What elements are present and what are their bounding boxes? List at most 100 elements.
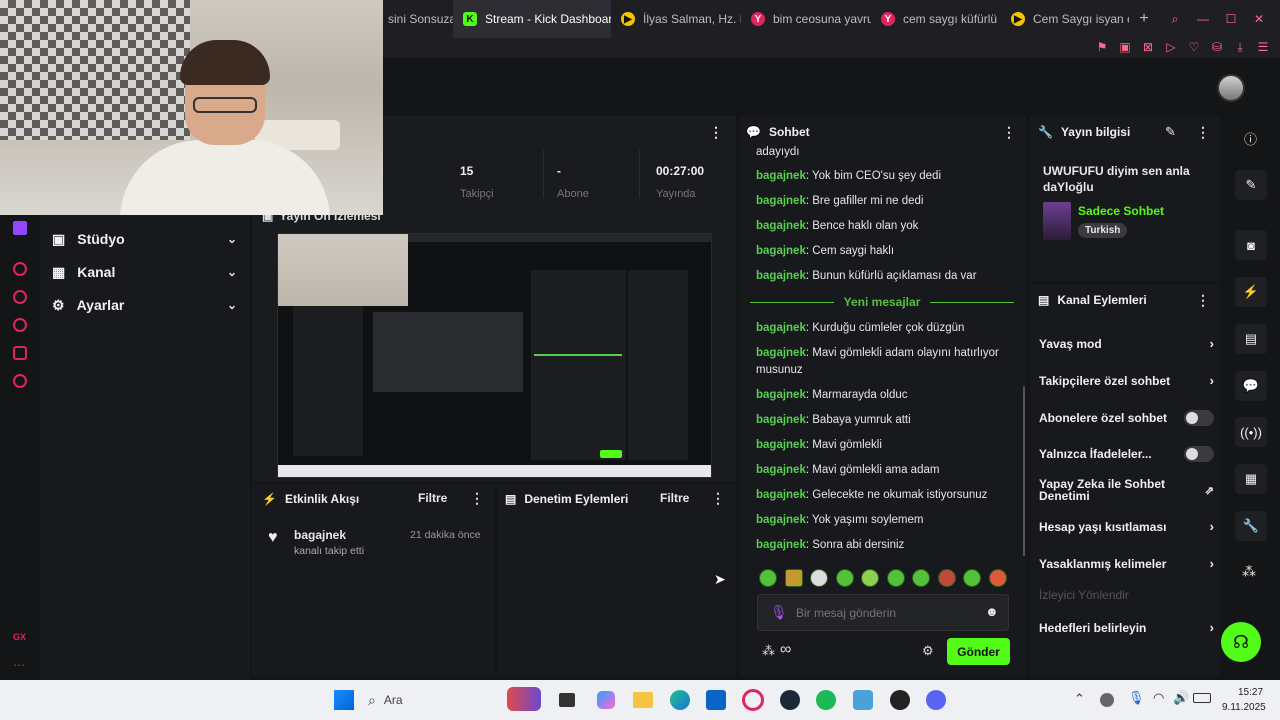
sidebar-item-channel[interactable]: ▦ Kanal ⌄ <box>52 259 237 285</box>
task-view-icon[interactable] <box>559 693 575 707</box>
play-icon[interactable]: ▷ <box>1164 40 1178 54</box>
record-icon[interactable] <box>13 262 27 276</box>
browser-tab[interactable]: ▶ Cem Saygı isyan etti <box>1001 0 1129 38</box>
tray-app-icon[interactable] <box>1100 693 1114 707</box>
edge-icon[interactable] <box>670 690 690 710</box>
chat-username[interactable]: bagajnek <box>756 414 806 426</box>
send-button[interactable]: Gönder <box>947 638 1010 665</box>
close-icon[interactable]: ✕ <box>1252 12 1266 26</box>
emote-icon[interactable] <box>810 569 828 587</box>
emote-icon[interactable] <box>861 569 879 587</box>
chat-username[interactable]: bagajnek <box>756 514 806 526</box>
chat-username[interactable]: bagajnek <box>756 489 806 501</box>
event-user[interactable]: bagajnek <box>294 528 346 542</box>
more-options-icon[interactable]: ⋮ <box>1196 292 1210 309</box>
layout-icon[interactable]: ▦ <box>1235 464 1267 494</box>
browser-tab[interactable]: Y bim ceosuna yavru <box>741 0 871 38</box>
action-subscribers-only[interactable]: Abonelere özel sohbet <box>1039 410 1214 426</box>
block-icon[interactable]: ⊠ <box>1141 40 1155 54</box>
chat-input-box[interactable]: 🎙 ☻ <box>757 594 1009 631</box>
action-ai-moderation[interactable]: Yapay Zeka ile Sohbet Denetimi ⇗ <box>1039 478 1214 502</box>
dots-icon[interactable]: ⁂ <box>1242 563 1256 580</box>
clock-date[interactable]: 9.11.2025 <box>1222 702 1266 713</box>
more-options-icon[interactable]: ⋮ <box>1196 124 1210 141</box>
action-followers-only[interactable]: Takipçilere özel sohbet › <box>1039 373 1214 388</box>
broadcast-icon[interactable]: ((•)) <box>1235 417 1267 447</box>
microphone-icon[interactable]: 🎙 <box>1128 690 1145 706</box>
new-tab-button[interactable]: + <box>1129 0 1159 38</box>
snapshot-icon[interactable]: ▣ <box>1118 40 1132 54</box>
app-icon[interactable] <box>853 690 873 710</box>
infinity-icon[interactable]: ∞ <box>780 641 791 659</box>
chat-username[interactable]: bagajnek <box>756 270 806 282</box>
emote-icon[interactable] <box>759 569 777 587</box>
chat-message-input[interactable] <box>796 603 976 623</box>
more-options-icon[interactable]: ⋮ <box>709 124 723 141</box>
emote-icon[interactable] <box>989 569 1007 587</box>
more-options-icon[interactable]: ⋮ <box>711 490 725 507</box>
chat-icon[interactable]: 💬 <box>1235 371 1267 401</box>
lightning-icon[interactable]: ⚡ <box>1235 277 1267 307</box>
action-set-goals[interactable]: Hedefleri belirleyin › <box>1039 620 1214 635</box>
info-icon[interactable]: ⓘ <box>1244 129 1257 148</box>
document-icon[interactable]: ▤ <box>1235 324 1267 354</box>
action-banned-words[interactable]: Yasaklanmış kelimeler › <box>1039 556 1214 571</box>
taskbar-search[interactable]: ⌕ Ara <box>368 688 488 712</box>
category-link[interactable]: Sadece Sohbet <box>1078 204 1164 218</box>
emote-icon[interactable] <box>963 569 981 587</box>
camera-icon[interactable]: ◙ <box>1235 230 1267 260</box>
browser-tab[interactable]: sini Sonsuza <box>378 0 453 38</box>
chevron-up-icon[interactable]: ⌃ <box>1074 691 1085 707</box>
chat-username[interactable]: bagajnek <box>756 539 806 551</box>
activity-filter-button[interactable]: Filtre <box>418 491 447 505</box>
more-options-icon[interactable]: ⋮ <box>1002 124 1016 141</box>
more-icon[interactable]: ⋯ <box>13 658 25 672</box>
heart-icon[interactable]: ♡ <box>1187 40 1201 54</box>
clock-time[interactable]: 15:27 <box>1238 687 1263 698</box>
more-options-icon[interactable]: ⋮ <box>470 490 484 507</box>
spotify-icon[interactable] <box>816 690 836 710</box>
volume-icon[interactable]: 🔊 <box>1173 690 1189 706</box>
battery-icon[interactable] <box>1193 693 1211 703</box>
chat-username[interactable]: bagajnek <box>756 347 806 359</box>
chat-scrollbar[interactable] <box>1023 386 1025 556</box>
outlook-icon[interactable] <box>706 690 726 710</box>
copilot-icon[interactable] <box>597 691 615 709</box>
chat-username[interactable]: bagajnek <box>756 245 806 257</box>
wallet-icon[interactable]: ⛁ <box>1210 40 1224 54</box>
chat-username[interactable]: bagajnek <box>756 389 806 401</box>
emote-icon[interactable] <box>887 569 905 587</box>
browser-tab-active[interactable]: K Stream - Kick Dashboard <box>453 0 611 38</box>
download-icon[interactable]: ⤓ <box>1233 40 1247 54</box>
widgets-icon[interactable] <box>507 687 541 711</box>
wrench-icon[interactable]: 🔧 <box>1235 511 1267 541</box>
action-account-age[interactable]: Hesap yaşı kısıtlaması › <box>1039 519 1214 534</box>
edit-icon[interactable]: ✎ <box>1235 170 1267 200</box>
browser-tab[interactable]: ▶ İlyas Salman, Hz. M <box>611 0 741 38</box>
action-emote-only[interactable]: Yalnızca İfadeleler... <box>1039 446 1214 462</box>
emote-only-toggle[interactable] <box>1184 446 1214 462</box>
history-icon[interactable] <box>13 290 27 304</box>
action-slow-mode[interactable]: Yavaş mod › <box>1039 336 1214 351</box>
chat-username[interactable]: bagajnek <box>756 439 806 451</box>
subscribers-only-toggle[interactable] <box>1184 410 1214 426</box>
chat-username[interactable]: bagajnek <box>756 195 806 207</box>
pin-icon[interactable]: ⚑ <box>1095 40 1109 54</box>
gear-icon[interactable] <box>13 374 27 388</box>
folder-icon[interactable] <box>633 692 653 708</box>
microphone-icon[interactable]: 🎙 <box>770 604 788 621</box>
avatar[interactable] <box>1217 74 1245 102</box>
sidebar-item-studio[interactable]: ▣ Stüdyo ⌄ <box>52 226 237 252</box>
edit-pencil-icon[interactable]: ✎ <box>1165 124 1176 140</box>
windows-start-icon[interactable] <box>334 690 354 710</box>
chat-username[interactable]: bagajnek <box>756 322 806 334</box>
chat-username[interactable]: bagajnek <box>756 464 806 476</box>
discord-icon[interactable] <box>926 690 946 710</box>
support-headset-icon[interactable]: ☊ <box>1221 622 1261 662</box>
steam-icon[interactable] <box>780 690 800 710</box>
moderation-filter-button[interactable]: Filtre <box>660 491 689 505</box>
menu-icon[interactable]: ☰ <box>1256 40 1270 54</box>
clock-icon[interactable] <box>13 318 27 332</box>
emote-icon[interactable] <box>836 569 854 587</box>
opera-gx-icon[interactable] <box>742 689 764 711</box>
